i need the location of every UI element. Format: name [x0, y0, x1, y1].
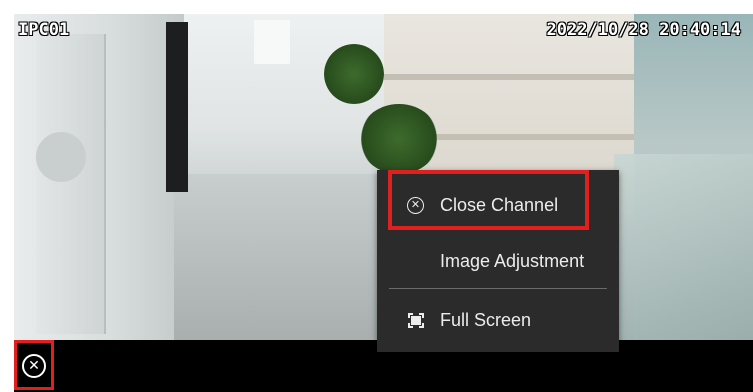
close-circle-icon: ✕	[407, 197, 424, 214]
scene-floor	[174, 174, 404, 340]
menu-item-label: Close Channel	[440, 195, 559, 215]
scene-plant	[359, 104, 439, 174]
menu-divider	[389, 288, 607, 289]
scene-ceiling-light	[254, 20, 290, 64]
timestamp-label: 2022/10/28 20:40:14	[546, 20, 741, 40]
scene-door	[36, 34, 106, 334]
channel-name-label: IPC01	[18, 20, 70, 40]
menu-item-close-channel[interactable]: ✕ Close Channel	[377, 185, 619, 225]
scene-plant	[324, 44, 384, 104]
menu-item-full-screen[interactable]: Full Screen	[377, 300, 619, 340]
scene-glass-partition	[614, 154, 753, 340]
scene-wall-fixture	[36, 132, 86, 182]
menu-item-label: Image Adjustment	[440, 251, 585, 271]
context-menu: ✕ Close Channel Image Adjustment Full Sc…	[377, 170, 619, 352]
scene-shelf-board	[384, 74, 634, 80]
highlight-box-close-button	[14, 340, 54, 390]
fullscreen-icon	[408, 313, 424, 328]
menu-item-label: Full Screen	[440, 310, 532, 330]
preview-window: IPC01 2022/10/28 20:40:14 ✕ ✕ Close Chan…	[0, 0, 753, 392]
scene-dark-door	[166, 22, 188, 192]
menu-item-image-adjustment[interactable]: Image Adjustment	[377, 241, 619, 281]
